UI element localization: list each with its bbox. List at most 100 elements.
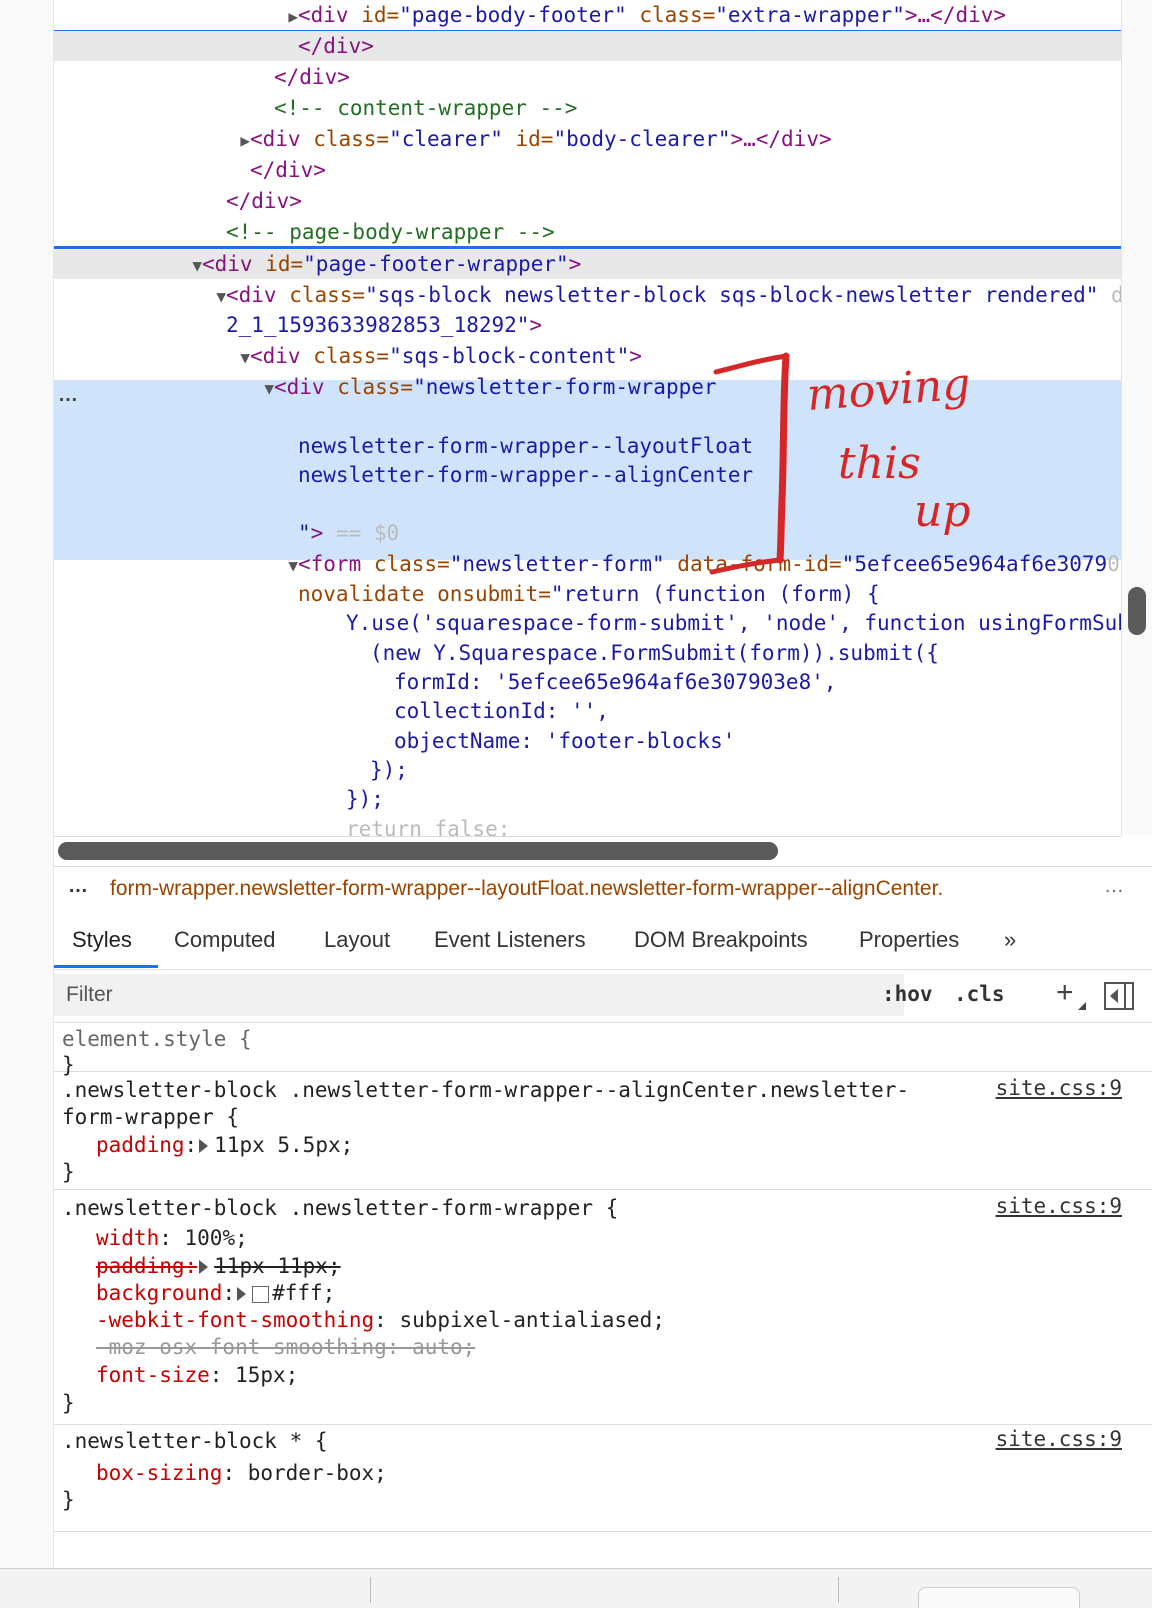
rule1-padding-declaration[interactable]: padding: 11px 5.5px; [96,1131,353,1159]
css-rule-align-center[interactable]: .newsletter-block .newsletter-form-wrapp… [54,1072,1152,1190]
collapse-triangle-icon[interactable]: ▼ [216,287,226,306]
tab-styles[interactable]: Styles [72,927,132,953]
dom-token-tag: <div [226,283,290,307]
background-expand-icon[interactable] [237,1287,247,1301]
dom-token-tag: >…</div> [904,3,1007,27]
rule1-source-link[interactable]: site.css:9 [996,1076,1122,1100]
dom-token-js: (new Y.Squarespace.FormSubmit(form)).sub… [370,641,939,665]
dom-tree-line[interactable]: </div> [54,62,1121,92]
cls-toggle-button[interactable]: .cls [954,982,1005,1006]
rule2-webkit-smoothing-declaration[interactable]: -webkit-font-smoothing: subpixel-antiali… [96,1306,665,1334]
elements-tree-pane[interactable]: … ▶<div id="page-body-footer" class="ext… [54,0,1121,836]
dom-tree-line[interactable]: objectName: 'footer-blocks' [54,726,1121,756]
dom-tree-line[interactable]: </div> [54,155,1121,185]
styles-filter-input[interactable] [54,974,904,1016]
tabs-more-chevron-icon[interactable]: » [1004,927,1016,953]
horizontal-scrollbar[interactable] [54,836,1121,865]
breadcrumb-overflow-right-icon[interactable]: … [1104,875,1124,898]
horizontal-scrollbar-thumb[interactable] [58,842,778,860]
element-style-rule[interactable]: element.style { } [54,1023,1152,1077]
styles-filter-row: :hov .cls + [54,972,1152,1023]
tab-dom-breakpoints[interactable]: DOM Breakpoints [634,927,808,953]
rule2-moz-smoothing-declaration-invalid[interactable]: -moz-osx-font-smoothing: auto; [96,1333,475,1361]
breadcrumb-overflow-left-icon[interactable]: … [68,875,88,898]
dom-tree-line[interactable]: <!-- content-wrapper --> [54,93,1121,123]
dom-token-muted: return false; [346,817,511,836]
dom-tree-line[interactable]: ▼<div id="page-footer-wrapper"> [54,249,1121,279]
tab-layout[interactable]: Layout [324,927,390,953]
dom-token-attr-val: " [298,521,311,545]
css-rule-form-wrapper[interactable]: .newsletter-block .newsletter-form-wrapp… [54,1190,1152,1425]
padding-overridden-expand-icon[interactable] [199,1260,209,1274]
toggle-computed-sidebar-icon[interactable] [1104,982,1134,1010]
dom-token-attr-val: "sqs-block-content" [389,344,630,368]
dom-token-tag: </div> [298,34,374,58]
color-swatch-icon[interactable] [252,1285,270,1303]
dom-tree-line[interactable]: </div> [54,186,1121,216]
dom-token-attr-name: data-form-id= [677,552,842,576]
dom-tree-line[interactable]: novalidate onsubmit="return (function (f… [54,579,1121,609]
dom-tree-line[interactable]: ▶<div id="page-body-footer" class="extra… [54,0,1121,30]
rule2-font-size-declaration[interactable]: font-size: 15px; [96,1361,298,1389]
dom-tree-line[interactable]: "> == $0 [54,518,1121,548]
dom-tree-line[interactable]: ▼<div class="newsletter-form-wrapper [54,372,1121,402]
rule3-box-sizing-declaration[interactable]: box-sizing: border-box; [96,1459,387,1487]
tab-properties[interactable]: Properties [859,927,959,953]
dom-token-attr-val: "page-footer-wrapper" [303,252,569,276]
dom-tree-line[interactable]: </div> [54,31,1121,61]
dom-tree-line[interactable]: formId: '5efcee65e964af6e307903e8', [54,667,1121,697]
vertical-scrollbar-thumb[interactable] [1128,587,1146,635]
dom-token-tag: > [568,252,582,276]
expand-triangle-icon[interactable]: ▶ [240,131,250,150]
dom-tree-line[interactable]: }); [54,755,1121,785]
dom-tree-line[interactable]: }); [54,784,1121,814]
dom-token-tag: </div> [250,158,326,182]
collapse-triangle-icon[interactable]: ▼ [264,379,274,398]
css-rule-universal[interactable]: .newsletter-block * { site.css:9 box-siz… [54,1425,1152,1532]
dom-token-muted: da [1111,283,1121,307]
tab-styles-active-indicator [54,965,158,968]
dom-token-tag: > [529,313,543,337]
dom-tree-line[interactable]: <!-- page-body-wrapper --> [54,217,1121,247]
dom-tree-line[interactable]: 2_1_1593633982853_18292"> [54,310,1121,340]
dom-token-tag: <form [298,552,374,576]
dom-tree-line[interactable]: ▼<div class="sqs-block newsletter-block … [54,280,1121,310]
tab-event-listeners[interactable]: Event Listeners [434,927,586,953]
bottom-tab-pill[interactable] [918,1587,1080,1608]
dom-token-muted: 03e [1107,552,1121,576]
collapse-triangle-icon[interactable]: ▼ [192,256,202,275]
dom-token-attr-name: class= [373,552,450,576]
padding-expand-icon[interactable] [199,1139,209,1153]
rule2-width-declaration[interactable]: width: 100%; [96,1224,248,1252]
styles-rules-pane[interactable]: element.style { } .newsletter-block .new… [54,1023,1152,1568]
rule2-background-declaration[interactable]: background: #fff; [96,1279,335,1307]
styles-tabbar: Styles Computed Layout Event Listeners D… [54,911,1152,970]
dom-tree-line[interactable]: ▼<form class="newsletter-form" data-form… [54,549,1121,579]
dom-tree-line[interactable]: return false; [54,814,1121,836]
collapse-triangle-icon[interactable]: ▼ [240,348,250,367]
dom-token-tag: <div [274,375,338,399]
add-style-rule-icon[interactable]: + [1056,976,1074,1010]
breadcrumb-selector[interactable]: form-wrapper.newsletter-form-wrapper--la… [110,877,943,901]
dom-token-js: formId: '5efcee65e964af6e307903e8', [394,670,837,694]
dom-token-attr-name: id= [361,3,400,27]
collapse-triangle-icon[interactable]: ▼ [288,556,298,575]
dom-token-attr-val: 2_1_1593633982853_18292" [226,313,530,337]
rule2-selector: .newsletter-block .newsletter-form-wrapp… [62,1196,619,1220]
tab-computed[interactable]: Computed [174,927,276,953]
rule2-padding-declaration-overridden[interactable]: padding: 11px 11px; [96,1252,341,1280]
dom-token-attr-name: class= [313,344,390,368]
dom-tree-line[interactable]: newsletter-form-wrapper--layoutFloat [54,431,1121,461]
dom-tree-line[interactable]: (new Y.Squarespace.FormSubmit(form)).sub… [54,638,1121,668]
rule2-source-link[interactable]: site.css:9 [996,1194,1122,1218]
dom-tree-line[interactable]: ▼<div class="sqs-block-content"> [54,341,1121,371]
dom-token-attr-val: "extra-wrapper" [715,3,905,27]
rule3-source-link[interactable]: site.css:9 [996,1427,1122,1451]
dom-tree-line[interactable]: ▶<div class="clearer" id="body-clearer">… [54,124,1121,154]
expand-triangle-icon[interactable]: ▶ [288,7,298,26]
dom-tree-line[interactable]: Y.use('squarespace-form-submit', 'node',… [54,608,1121,638]
hov-toggle-button[interactable]: :hov [882,982,933,1006]
dom-tree-line[interactable]: newsletter-form-wrapper--alignCenter [54,460,1121,490]
dom-tree-line[interactable]: collectionId: '', [54,696,1121,726]
dom-token-js: }); [370,758,408,782]
